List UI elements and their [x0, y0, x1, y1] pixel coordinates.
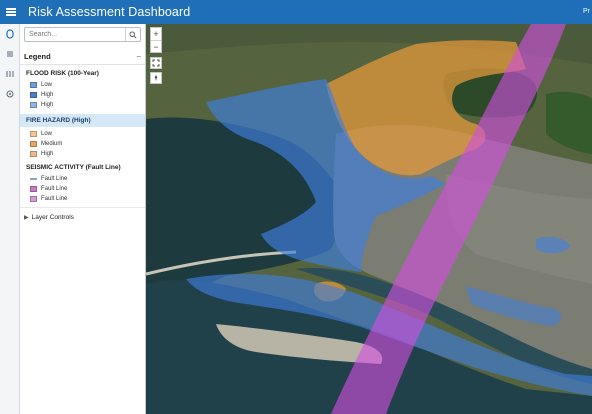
legend-group-seismic[interactable]: SEISMIC ACTIVITY (Fault Line) [20, 159, 145, 174]
flood-low-swatch [30, 82, 37, 88]
user-menu[interactable]: Pr [583, 0, 592, 24]
legend-item-label: High [41, 151, 54, 157]
layers-icon[interactable] [0, 24, 20, 44]
collapse-icon[interactable]: − [136, 52, 141, 61]
fault-line-swatch [30, 178, 37, 180]
fault-zone-swatch [30, 186, 37, 192]
legend-item: Low [20, 129, 145, 139]
legend-item-label: Fault Line [41, 176, 68, 182]
legend-item-label: Low [41, 131, 53, 137]
layer-controls-toggle[interactable]: ▶ Layer Controls [20, 207, 145, 227]
flood-high-swatch [30, 92, 37, 98]
chevron-right-icon: ▶ [24, 215, 29, 221]
compass-button[interactable] [150, 72, 162, 84]
icon-rail [0, 24, 20, 414]
fullscreen-icon [152, 59, 160, 67]
legend-item-label: High [41, 92, 54, 98]
app-title: Risk Assessment Dashboard [28, 5, 191, 19]
zoom-in-button[interactable]: + [151, 28, 161, 40]
legend-item-label: Fault Line [41, 186, 68, 192]
flood-high-swatch [30, 102, 37, 108]
fullscreen-button[interactable] [150, 57, 162, 69]
fire-high-swatch [30, 151, 37, 157]
legend-title: Legend [24, 52, 51, 61]
search-input[interactable] [25, 28, 125, 41]
settings-icon[interactable] [0, 84, 20, 104]
bookmark-icon[interactable] [0, 64, 20, 84]
fault-zone-swatch [30, 196, 37, 202]
legend-item-label: Medium [41, 141, 63, 147]
legend-icon[interactable] [0, 44, 20, 64]
legend-panel: Legend − FLOOD RISK (100-Year) Low High … [20, 24, 146, 414]
legend-header[interactable]: Legend − [20, 49, 145, 65]
legend-item: Fault Line [20, 194, 145, 204]
fire-low-swatch [30, 131, 37, 137]
layer-controls-label: Layer Controls [31, 214, 74, 221]
legend-item: Medium [20, 139, 145, 149]
legend-item-label: Fault Line [41, 196, 68, 202]
legend-item: Fault Line [20, 184, 145, 194]
zoom-control: + − [150, 27, 162, 53]
compass-icon [154, 74, 158, 82]
map-view[interactable] [146, 24, 592, 414]
satellite-basemap [146, 24, 592, 414]
legend-item-label: Low [41, 82, 53, 88]
hamburger-menu-icon[interactable] [0, 0, 22, 24]
legend-group-flood[interactable]: FLOOD RISK (100-Year) [20, 65, 145, 80]
app-header: Risk Assessment Dashboard Pr [0, 0, 592, 24]
zoom-out-button[interactable]: − [151, 40, 161, 52]
legend-item-label: High [41, 102, 54, 108]
legend-item: Fault Line [20, 174, 145, 184]
legend-item: Low [20, 80, 145, 90]
fire-medium-swatch [30, 141, 37, 147]
search-icon[interactable] [125, 28, 139, 41]
legend-item: High [20, 90, 145, 100]
search-box [24, 27, 141, 42]
legend-item: High [20, 149, 145, 159]
legend-item: High [20, 100, 145, 110]
legend-group-fire[interactable]: FIRE HAZARD (High) [20, 114, 145, 127]
